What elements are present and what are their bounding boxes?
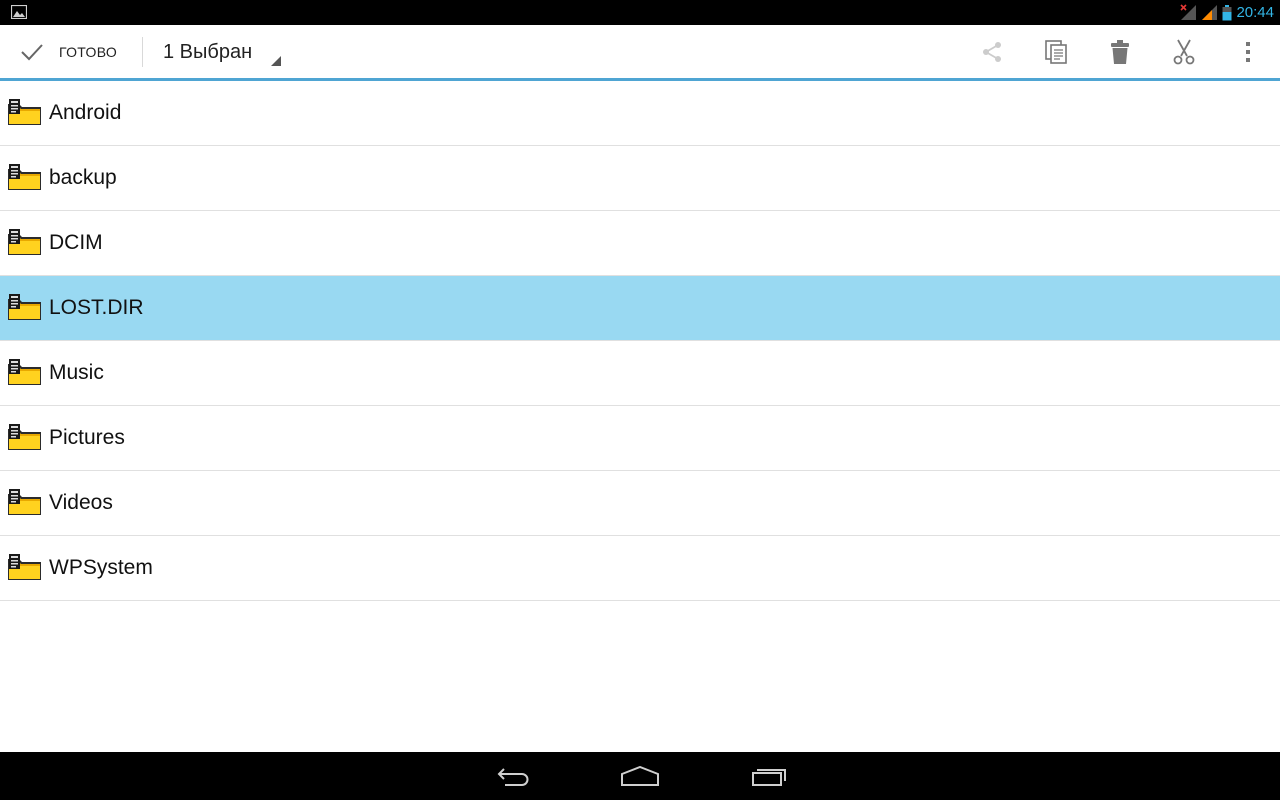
delete-button[interactable] xyxy=(1088,25,1152,79)
status-clock: 20:44 xyxy=(1236,4,1274,21)
list-item[interactable]: Videos xyxy=(0,471,1280,536)
sd-card-folder-icon xyxy=(8,489,41,515)
list-item[interactable]: backup xyxy=(0,146,1280,211)
done-label: ГОТОВО xyxy=(59,44,118,60)
recent-apps-icon xyxy=(752,769,786,786)
file-name: WPSystem xyxy=(49,556,153,579)
file-name: Videos xyxy=(49,491,113,514)
file-name: DCIM xyxy=(49,231,103,254)
back-button[interactable] xyxy=(473,752,553,800)
sd-card-folder-icon xyxy=(8,359,41,385)
no-wifi-signal-icon xyxy=(1180,4,1197,20)
sd-card-folder-icon xyxy=(8,164,41,190)
dropdown-triangle-icon xyxy=(271,56,281,66)
sd-card-folder-icon xyxy=(8,294,41,320)
list-item[interactable]: Pictures xyxy=(0,406,1280,471)
file-name: Pictures xyxy=(49,426,125,449)
delete-icon xyxy=(1111,40,1129,64)
sd-card-folder-icon xyxy=(8,554,41,580)
share-button[interactable] xyxy=(960,25,1024,79)
list-item[interactable]: Music xyxy=(0,341,1280,406)
list-item[interactable]: DCIM xyxy=(0,211,1280,276)
gallery-icon xyxy=(11,5,27,19)
cut-icon xyxy=(1173,39,1195,65)
sd-card-folder-icon xyxy=(8,229,41,255)
list-item[interactable]: WPSystem xyxy=(0,536,1280,601)
share-icon xyxy=(983,42,1001,62)
check-icon xyxy=(21,44,43,61)
cut-button[interactable] xyxy=(1152,25,1216,79)
selection-count-label: 1 Выбран xyxy=(163,41,253,63)
home-icon xyxy=(621,766,659,786)
copy-button[interactable] xyxy=(1024,25,1088,79)
recent-apps-button[interactable] xyxy=(730,752,810,800)
contextual-action-bar: ГОТОВО 1 Выбран xyxy=(0,25,1280,79)
file-name: Android xyxy=(49,101,122,124)
back-icon xyxy=(497,768,529,786)
done-button[interactable]: ГОТОВО xyxy=(0,25,140,79)
list-item[interactable]: LOST.DIR xyxy=(0,276,1280,341)
overflow-menu-button[interactable] xyxy=(1216,25,1280,79)
list-item[interactable]: Android xyxy=(0,81,1280,146)
copy-icon xyxy=(1045,40,1067,64)
overflow-menu-icon xyxy=(1246,42,1250,62)
sd-card-folder-icon xyxy=(8,424,41,450)
file-list: Android backup DCIM LOST.DIR Music Pictu… xyxy=(0,81,1280,601)
home-button[interactable] xyxy=(600,752,680,800)
selection-count-dropdown[interactable]: 1 Выбран xyxy=(143,25,288,79)
navigation-bar xyxy=(0,752,1280,800)
cell-signal-icon xyxy=(1202,5,1218,20)
file-name: backup xyxy=(49,166,117,189)
status-bar: 20:44 xyxy=(0,0,1280,25)
sd-card-folder-icon xyxy=(8,99,41,125)
file-name: LOST.DIR xyxy=(49,296,144,319)
file-name: Music xyxy=(49,361,104,384)
battery-icon xyxy=(1222,4,1232,20)
